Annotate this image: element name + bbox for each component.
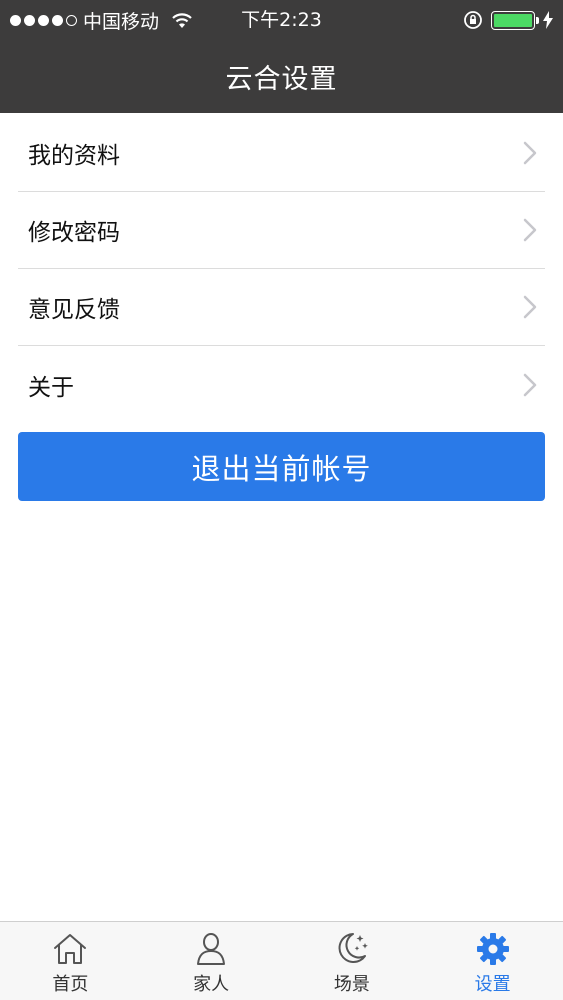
person-icon bbox=[197, 933, 226, 965]
menu-item-label: 修改密码 bbox=[28, 220, 120, 246]
rotation-lock-icon bbox=[464, 11, 482, 29]
tab-label: 家人 bbox=[193, 974, 230, 995]
page-title: 云合设置 bbox=[225, 64, 338, 95]
gear-icon bbox=[476, 933, 509, 965]
status-bar: 中国移动 下午2:23 bbox=[0, 0, 563, 40]
logout-button[interactable]: 退出当前帐号 bbox=[18, 432, 545, 501]
battery-icon bbox=[491, 10, 539, 30]
tab-bar: 首页 家人 场景 设置 bbox=[0, 921, 563, 1000]
menu-item-change-password[interactable]: 修改密码 bbox=[18, 192, 545, 269]
tab-home[interactable]: 首页 bbox=[0, 922, 141, 1000]
menu-item-label: 我的资料 bbox=[28, 143, 120, 169]
moon-stars-icon bbox=[338, 933, 368, 963]
chevron-right-icon bbox=[523, 141, 537, 165]
menu-item-about[interactable]: 关于 bbox=[18, 346, 545, 423]
tab-settings[interactable]: 设置 bbox=[422, 922, 563, 1000]
battery-level bbox=[494, 13, 532, 27]
home-icon bbox=[54, 934, 87, 964]
nav-bar: 云合设置 bbox=[0, 40, 563, 113]
tab-label: 场景 bbox=[333, 974, 370, 995]
chevron-right-icon bbox=[523, 295, 537, 319]
tab-label: 首页 bbox=[52, 974, 89, 995]
chevron-right-icon bbox=[523, 373, 537, 396]
tab-label: 设置 bbox=[474, 974, 511, 995]
tab-family[interactable]: 家人 bbox=[141, 922, 282, 1000]
status-right bbox=[463, 0, 553, 40]
menu-item-feedback[interactable]: 意见反馈 bbox=[18, 269, 545, 346]
menu-item-label: 关于 bbox=[28, 374, 74, 401]
chevron-right-icon bbox=[523, 218, 537, 242]
charging-icon bbox=[543, 11, 553, 29]
tab-scene[interactable]: 场景 bbox=[282, 922, 423, 1000]
settings-menu: 我的资料 修改密码 意见反馈 关于 bbox=[0, 115, 563, 423]
menu-item-label: 意见反馈 bbox=[28, 297, 120, 323]
menu-item-my-profile[interactable]: 我的资料 bbox=[18, 115, 545, 192]
